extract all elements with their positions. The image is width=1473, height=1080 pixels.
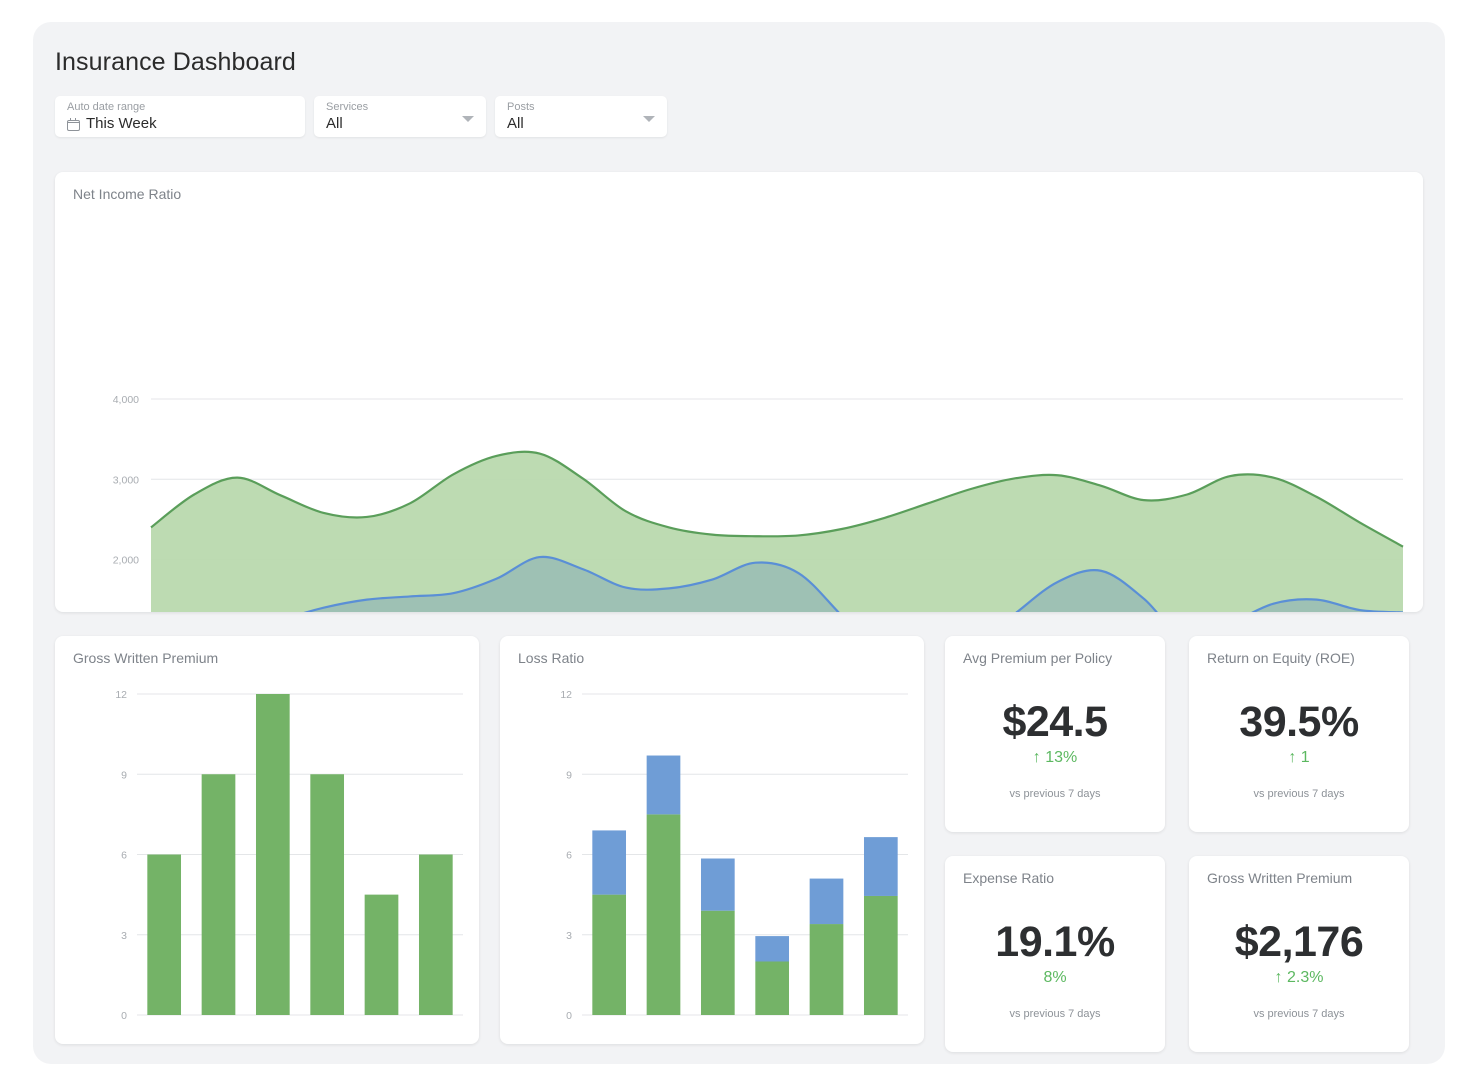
chevron-down-icon[interactable] xyxy=(462,116,474,122)
gross-written-premium-card: Gross Written Premium 036912 xyxy=(55,636,479,1044)
svg-text:3: 3 xyxy=(566,930,572,942)
date-range-filter[interactable]: Auto date range This Week xyxy=(55,96,305,137)
posts-label: Posts xyxy=(507,100,655,114)
kpi-value: 39.5% xyxy=(1189,698,1409,747)
kpi-note: vs previous 7 days xyxy=(945,788,1165,800)
calendar-icon xyxy=(67,118,80,131)
kpi-card-expense-ratio[interactable]: Expense Ratio 19.1% 8% vs previous 7 day… xyxy=(945,856,1165,1052)
svg-text:6: 6 xyxy=(121,850,127,862)
svg-text:12: 12 xyxy=(560,689,572,701)
loss-ratio-card: Loss Ratio 036912 xyxy=(500,636,924,1044)
posts-value: All xyxy=(507,114,655,134)
net-income-ratio-card: Net Income Ratio 01,0002,0003,0004,00012… xyxy=(55,172,1423,612)
kpi-delta: 8% xyxy=(945,969,1165,987)
kpi-delta: ↑ 2.3% xyxy=(1189,969,1409,987)
kpi-title: Return on Equity (ROE) xyxy=(1207,650,1355,666)
services-value: All xyxy=(326,114,474,134)
kpi-card-return-on-equity[interactable]: Return on Equity (ROE) 39.5% ↑ 1 vs prev… xyxy=(1189,636,1409,832)
page-title: Insurance Dashboard xyxy=(55,48,296,77)
svg-text:0: 0 xyxy=(121,1010,127,1022)
svg-text:2,000: 2,000 xyxy=(113,555,139,567)
kpi-value: 19.1% xyxy=(945,918,1165,967)
date-range-value-wrap: This Week xyxy=(67,114,293,134)
dashboard-root: Insurance Dashboard Auto date range This… xyxy=(33,22,1445,1064)
kpi-title: Expense Ratio xyxy=(963,870,1054,886)
gross-written-premium-chart[interactable]: 0 3 6 9 12 xyxy=(55,636,479,1044)
filter-bar: Auto date range This Week Services All P… xyxy=(55,96,667,137)
kpi-title: Avg Premium per Policy xyxy=(963,650,1112,666)
date-range-value: This Week xyxy=(86,114,157,134)
kpi-note: vs previous 7 days xyxy=(1189,788,1409,800)
kpi-title: Gross Written Premium xyxy=(1207,870,1352,886)
kpi-note: vs previous 7 days xyxy=(945,1008,1165,1020)
svg-text:12: 12 xyxy=(115,689,127,701)
kpi-card-gross-written-premium[interactable]: Gross Written Premium $2,176 ↑ 2.3% vs p… xyxy=(1189,856,1409,1052)
kpi-delta: ↑ 1 xyxy=(1189,749,1409,767)
net-income-ratio-chart[interactable]: 01,0002,0003,0004,0001234567891011121314… xyxy=(55,172,1423,612)
kpi-delta: ↑ 13% xyxy=(945,749,1165,767)
kpi-card-avg-premium-per-policy[interactable]: Avg Premium per Policy $24.5 ↑ 13% vs pr… xyxy=(945,636,1165,832)
svg-text:9: 9 xyxy=(566,769,572,781)
services-label: Services xyxy=(326,100,474,114)
chevron-down-icon[interactable] xyxy=(643,116,655,122)
svg-text:0: 0 xyxy=(566,1010,572,1022)
kpi-note: vs previous 7 days xyxy=(1189,1008,1409,1020)
kpi-value: $2,176 xyxy=(1189,918,1409,967)
loss-ratio-chart[interactable]: 0 3 6 9 12 xyxy=(500,636,924,1044)
posts-filter[interactable]: Posts All xyxy=(495,96,667,137)
date-range-label: Auto date range xyxy=(67,100,293,114)
svg-text:9: 9 xyxy=(121,769,127,781)
svg-text:3: 3 xyxy=(121,930,127,942)
svg-text:6: 6 xyxy=(566,850,572,862)
svg-text:4,000: 4,000 xyxy=(113,394,139,406)
services-filter[interactable]: Services All xyxy=(314,96,486,137)
kpi-value: $24.5 xyxy=(945,698,1165,747)
svg-text:3,000: 3,000 xyxy=(113,474,139,486)
